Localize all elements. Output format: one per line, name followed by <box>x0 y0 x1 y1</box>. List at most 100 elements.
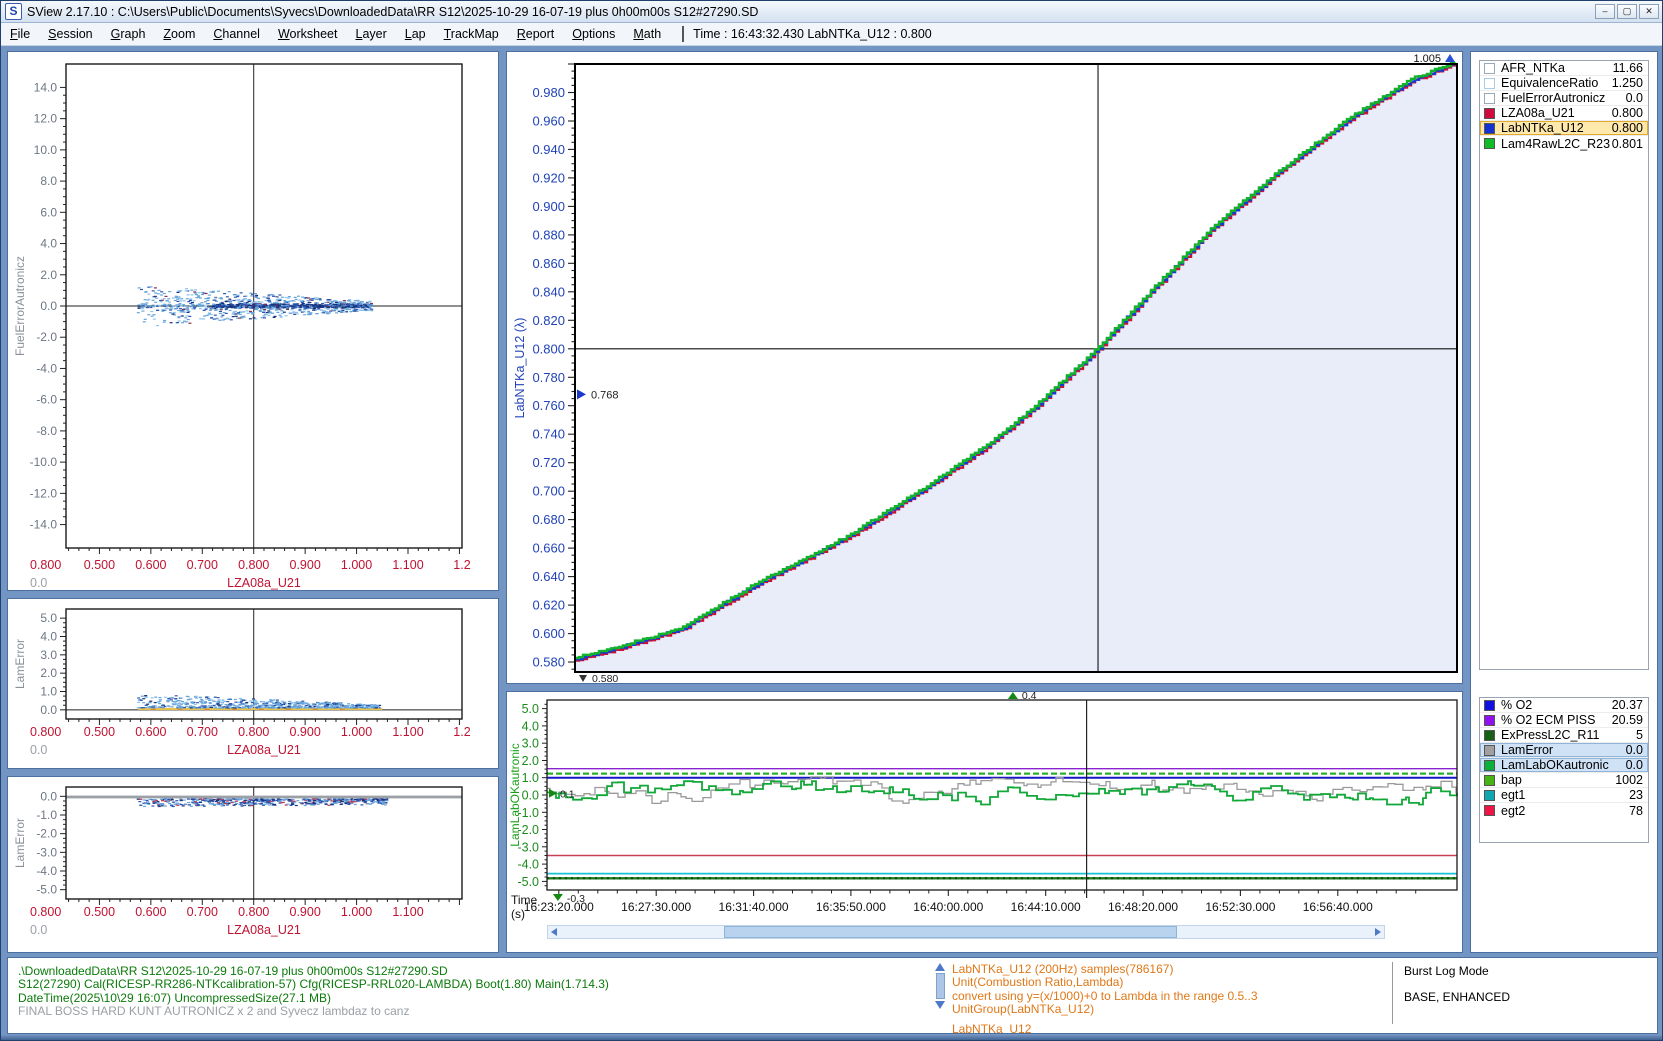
app-icon: S <box>5 3 22 20</box>
svg-text:16:52:30.000: 16:52:30.000 <box>1205 900 1275 914</box>
svg-text:-10.0: -10.0 <box>30 455 58 469</box>
channel-info-line: UnitGroup(LabNTKa_U12) <box>952 1002 1094 1016</box>
channel-name: % O2 ECM PISS <box>1501 713 1612 727</box>
channel-value: 11.66 <box>1613 61 1648 75</box>
window-controls: – ▢ ✕ <box>1595 4 1662 19</box>
svg-text:0.1: 0.1 <box>560 788 575 800</box>
svg-text:0.800: 0.800 <box>238 558 269 572</box>
svg-text:0.0: 0.0 <box>40 703 57 717</box>
svg-text:6.0: 6.0 <box>40 205 57 219</box>
menu-trackmap[interactable]: TrackMap <box>435 27 508 41</box>
lam_error_neg_vs_lambda-plot[interactable]: 0.0-1.0-2.0-3.0-4.0-5.00.5000.6000.7000.… <box>8 777 499 953</box>
lambda-curve-panel: 0.9800.9600.9400.9200.9000.8800.8600.840… <box>506 51 1463 684</box>
menu-session[interactable]: Session <box>39 27 101 41</box>
minimize-button[interactable]: – <box>1595 4 1615 19</box>
svg-text:0.700: 0.700 <box>532 484 565 499</box>
svg-text:0.700: 0.700 <box>187 558 218 572</box>
info-scrollbar-thumb[interactable] <box>936 973 945 999</box>
svg-text:-2.0: -2.0 <box>36 330 57 344</box>
fuel_error_vs_lambda-plot[interactable]: 14.012.010.08.06.04.02.00.0-2.0-4.0-6.0-… <box>8 52 499 591</box>
menu-layer[interactable]: Layer <box>346 27 395 41</box>
lam-error-pos-scatter-panel: 5.04.03.02.01.00.00.5000.6000.7000.8000.… <box>7 598 499 769</box>
scroll-left-icon[interactable] <box>551 928 557 936</box>
close-button[interactable]: ✕ <box>1639 4 1659 19</box>
svg-text:0.900: 0.900 <box>290 558 321 572</box>
xy-channel-legend: AFR_NTKa11.66EquivalenceRatio1.250FuelEr… <box>1479 60 1649 670</box>
legend-row[interactable]: % O220.37 <box>1480 698 1648 713</box>
burst-log-mode-label: Burst Log Mode <box>1404 964 1489 978</box>
menu-file[interactable]: File <box>1 27 39 41</box>
channel-value: 78 <box>1629 804 1648 818</box>
svg-text:0.800: 0.800 <box>30 725 61 739</box>
menu-math[interactable]: Math <box>624 27 670 41</box>
channel-name: Lam4RawL2C_R23 <box>1501 137 1612 151</box>
legend-row[interactable]: egt123 <box>1480 788 1648 803</box>
channel-info-line: LabNTKa_U12 <box>952 1022 1031 1034</box>
svg-text:16:35:50.000: 16:35:50.000 <box>816 900 886 914</box>
svg-text:0.500: 0.500 <box>84 905 115 919</box>
lam_time_series-plot[interactable]: 5.04.03.02.01.00.0-1.0-2.0-3.0-4.0-5.0La… <box>507 692 1463 953</box>
cursor-readout: Time : 16:43:32.430 LabNTKa_U12 : 0.800 <box>693 27 932 41</box>
legend-row[interactable]: % O2 ECM PISS20.59 <box>1480 713 1648 728</box>
ntk_lambda_curve-plot[interactable]: 0.9800.9600.9400.9200.9000.8800.8600.840… <box>507 52 1463 684</box>
legend-row[interactable]: FuelErrorAutronicz0.0 <box>1480 91 1648 106</box>
channel-value: 0.800 <box>1612 106 1648 120</box>
svg-text:0.780: 0.780 <box>532 370 565 385</box>
menu-worksheet[interactable]: Worksheet <box>269 27 347 41</box>
svg-text:0.900: 0.900 <box>532 199 565 214</box>
menu-report[interactable]: Report <box>508 27 564 41</box>
lam_error_pos_vs_lambda-plot[interactable]: 5.04.03.02.01.00.00.5000.6000.7000.8000.… <box>8 599 499 769</box>
channel-name: bap <box>1501 773 1615 787</box>
legend-row[interactable]: LZA08a_U210.800 <box>1480 106 1648 121</box>
legend-row[interactable]: ExPressL2C_R115 <box>1480 728 1648 743</box>
svg-text:0.920: 0.920 <box>532 170 565 185</box>
channel-name: FuelErrorAutronicz <box>1501 91 1626 105</box>
legend-row[interactable]: LamLabOKautronic0.0 <box>1480 758 1648 773</box>
svg-text:Time: Time <box>511 893 538 907</box>
svg-text:0.660: 0.660 <box>532 541 565 556</box>
log-mode-value: BASE, ENHANCED <box>1404 990 1510 1004</box>
channel-color-swatch <box>1484 63 1495 74</box>
svg-text:0.600: 0.600 <box>532 626 565 641</box>
svg-text:1.000: 1.000 <box>341 905 372 919</box>
channel-info-line: LabNTKa_U12 (200Hz) samples(786167) <box>952 962 1173 976</box>
menu-zoom[interactable]: Zoom <box>154 27 204 41</box>
svg-text:0.860: 0.860 <box>532 256 565 271</box>
svg-text:3.0: 3.0 <box>40 648 57 662</box>
svg-text:0.800: 0.800 <box>30 905 61 919</box>
svg-text:0.600: 0.600 <box>135 558 166 572</box>
channel-color-swatch <box>1484 805 1495 816</box>
svg-text:4.0: 4.0 <box>40 237 57 251</box>
svg-text:0.760: 0.760 <box>532 398 565 413</box>
menu-channel[interactable]: Channel <box>204 27 269 41</box>
svg-text:0.800: 0.800 <box>238 725 269 739</box>
time-scrollbar[interactable] <box>547 925 1385 939</box>
time-scrollbar-thumb[interactable] <box>724 926 1177 938</box>
scroll-down-icon[interactable] <box>935 1001 945 1009</box>
legend-row[interactable]: LabNTKa_U120.800 <box>1480 121 1648 136</box>
maximize-button[interactable]: ▢ <box>1617 4 1637 19</box>
menubar: FileSessionGraphZoomChannelWorksheetLaye… <box>1 23 1662 46</box>
menu-options[interactable]: Options <box>563 27 624 41</box>
legend-row[interactable]: AFR_NTKa11.66 <box>1480 61 1648 76</box>
channel-name: ExPressL2C_R11 <box>1501 728 1636 742</box>
channel-value: 20.59 <box>1612 713 1648 727</box>
svg-text:5.0: 5.0 <box>522 702 539 716</box>
channel-color-swatch <box>1484 138 1495 149</box>
legend-row[interactable]: egt278 <box>1480 803 1648 818</box>
scroll-right-icon[interactable] <box>1375 928 1381 936</box>
menu-graph[interactable]: Graph <box>102 27 155 41</box>
svg-text:0.800: 0.800 <box>532 341 565 356</box>
legend-row[interactable]: LamError0.0 <box>1480 743 1648 758</box>
svg-text:0.768: 0.768 <box>591 389 619 401</box>
legend-row[interactable]: EquivalenceRatio1.250 <box>1480 76 1648 91</box>
legend-row[interactable]: bap1002 <box>1480 773 1648 788</box>
legend-row[interactable]: Lam4RawL2C_R230.801 <box>1480 136 1648 151</box>
svg-text:1.2: 1.2 <box>453 558 470 572</box>
channel-info-line: Unit(Combustion Ratio,Lambda) <box>952 975 1123 989</box>
svg-text:0.900: 0.900 <box>290 725 321 739</box>
scroll-up-icon[interactable] <box>935 963 945 971</box>
info-scrollbar[interactable] <box>934 963 946 1021</box>
menu-lap[interactable]: Lap <box>396 27 435 41</box>
svg-text:0.0: 0.0 <box>30 743 47 757</box>
